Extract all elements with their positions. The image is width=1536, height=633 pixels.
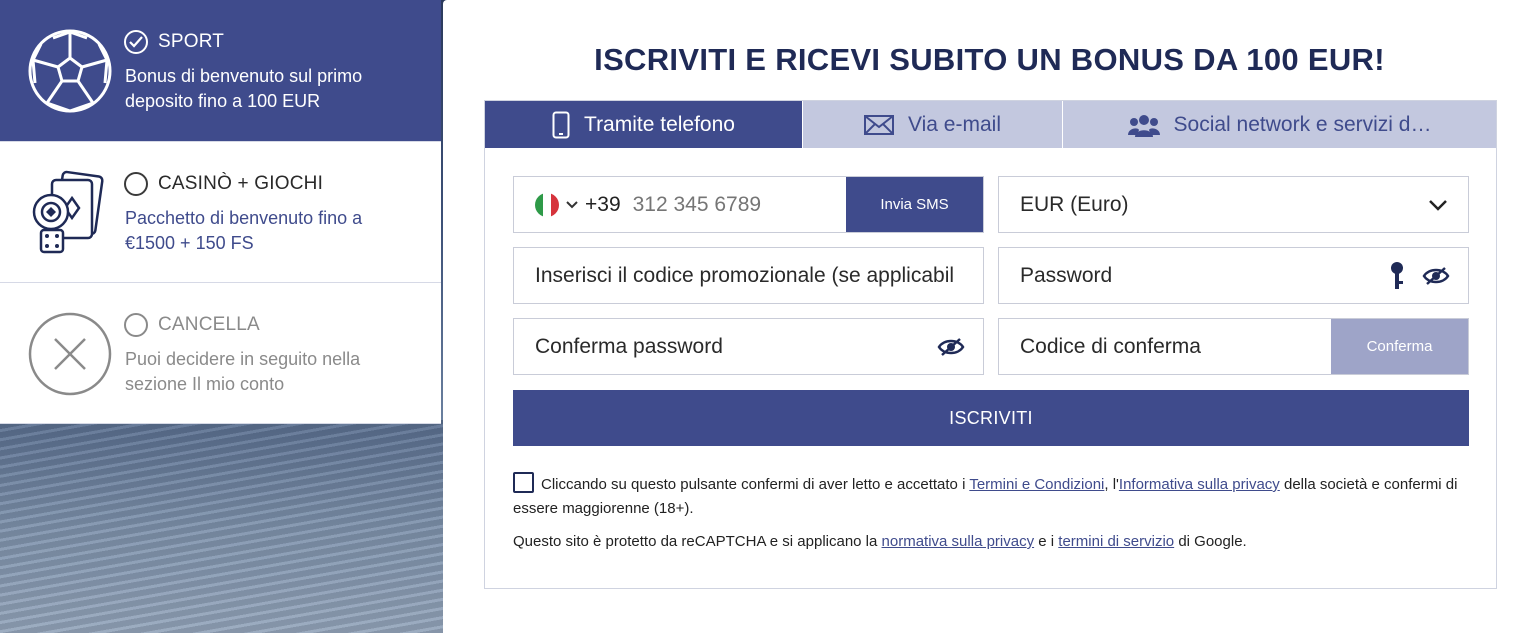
bonus-option-sport[interactable]: SPORT Bonus di benvenuto sul primo depos… bbox=[0, 0, 441, 142]
registration-tabs: Tramite telefono Via e-mail Social netwo… bbox=[485, 101, 1496, 148]
envelope-icon bbox=[864, 114, 894, 135]
background-stadium bbox=[0, 420, 445, 633]
bonus-option-desc: Pacchetto di benvenuto fino a €1500 + 15… bbox=[125, 208, 363, 253]
bonus-option-title: CASINÒ + GIOCHI bbox=[158, 173, 324, 194]
phone-icon bbox=[552, 111, 570, 138]
eye-hidden-icon[interactable] bbox=[1422, 266, 1450, 286]
bonus-option-title: CANCELLA bbox=[158, 314, 260, 335]
bonus-option-casino[interactable]: CASINÒ + GIOCHI Pacchetto di benvenuto f… bbox=[0, 142, 441, 283]
google-terms-link[interactable]: termini di servizio bbox=[1058, 533, 1174, 550]
tab-label: Tramite telefono bbox=[584, 112, 735, 136]
registration-form: Tramite telefono Via e-mail Social netwo… bbox=[484, 100, 1497, 589]
bonus-option-cancel[interactable]: CANCELLA Puoi decidere in seguito nella … bbox=[0, 283, 441, 424]
users-icon bbox=[1127, 114, 1160, 137]
tab-label: Via e-mail bbox=[908, 112, 1001, 136]
key-icon[interactable] bbox=[1390, 261, 1404, 291]
recaptcha-suffix: di Google. bbox=[1174, 533, 1247, 550]
eye-hidden-icon[interactable] bbox=[937, 337, 965, 357]
promo-code-placeholder: Inserisci il codice promozionale (se app… bbox=[535, 263, 955, 287]
confirmation-code-field[interactable]: Codice di conferma Conferma bbox=[998, 318, 1469, 375]
terms-mid: , l' bbox=[1104, 476, 1119, 493]
phone-input[interactable] bbox=[632, 192, 823, 217]
sport-radio[interactable] bbox=[124, 30, 148, 54]
confirm-password-placeholder: Conferma password bbox=[535, 334, 723, 358]
password-placeholder: Password bbox=[1020, 263, 1113, 287]
casino-radio[interactable] bbox=[124, 172, 148, 196]
confirmation-code-placeholder: Codice di conferma bbox=[1020, 334, 1201, 358]
phone-prefix: +39 bbox=[585, 192, 621, 216]
bonus-option-desc: Puoi decidere in seguito nella sezione I… bbox=[125, 349, 361, 394]
tab-email[interactable]: Via e-mail bbox=[803, 101, 1063, 148]
chevron-down-icon[interactable] bbox=[565, 200, 579, 210]
checkmark-icon bbox=[129, 36, 143, 48]
chevron-down-icon bbox=[1429, 199, 1447, 211]
phone-field: +39 Invia SMS bbox=[513, 176, 984, 233]
recaptcha-notice: Questo sito è protetto da reCAPTCHA e si… bbox=[513, 533, 1473, 550]
tab-social[interactable]: Social network e servizi d… bbox=[1063, 101, 1496, 148]
cancel-x-icon bbox=[28, 312, 112, 396]
bonus-option-desc: Bonus di benvenuto sul primo deposito fi… bbox=[125, 66, 363, 111]
recaptcha-prefix: Questo sito è protetto da reCAPTCHA e si… bbox=[513, 533, 882, 550]
bonus-selection-panel: SPORT Bonus di benvenuto sul primo depos… bbox=[0, 0, 441, 424]
terms-checkbox[interactable] bbox=[513, 472, 534, 493]
register-button[interactable]: ISCRIVITI bbox=[513, 390, 1469, 446]
casino-cards-icon bbox=[32, 170, 104, 254]
terms-prefix: Cliccando su questo pulsante confermi di… bbox=[541, 476, 970, 493]
tab-label: Social network e servizi d… bbox=[1173, 112, 1432, 136]
send-sms-button[interactable]: Invia SMS bbox=[846, 177, 983, 232]
bonus-option-title: SPORT bbox=[158, 31, 225, 52]
registration-card: ISCRIVITI E RICEVI SUBITO UN BONUS DA 10… bbox=[443, 0, 1536, 633]
google-privacy-link[interactable]: normativa sulla privacy bbox=[882, 533, 1035, 550]
currency-value: EUR (Euro) bbox=[1020, 192, 1129, 216]
recaptcha-mid: e i bbox=[1034, 533, 1059, 550]
terms-text: Cliccando su questo pulsante confermi di… bbox=[513, 472, 1473, 521]
password-field[interactable]: Password bbox=[998, 247, 1469, 304]
soccer-ball-icon bbox=[28, 29, 112, 113]
confirm-button[interactable]: Conferma bbox=[1331, 319, 1468, 374]
cancel-radio[interactable] bbox=[124, 313, 148, 337]
currency-select[interactable]: EUR (Euro) bbox=[998, 176, 1469, 233]
italy-flag-icon[interactable] bbox=[535, 192, 559, 217]
terms-link[interactable]: Termini e Condizioni bbox=[969, 476, 1104, 493]
promo-code-field[interactable]: Inserisci il codice promozionale (se app… bbox=[513, 247, 984, 304]
tab-phone[interactable]: Tramite telefono bbox=[485, 101, 803, 148]
page-title: ISCRIVITI E RICEVI SUBITO UN BONUS DA 10… bbox=[594, 42, 1385, 77]
confirm-password-field[interactable]: Conferma password bbox=[513, 318, 984, 375]
privacy-link[interactable]: Informativa sulla privacy bbox=[1119, 476, 1280, 493]
